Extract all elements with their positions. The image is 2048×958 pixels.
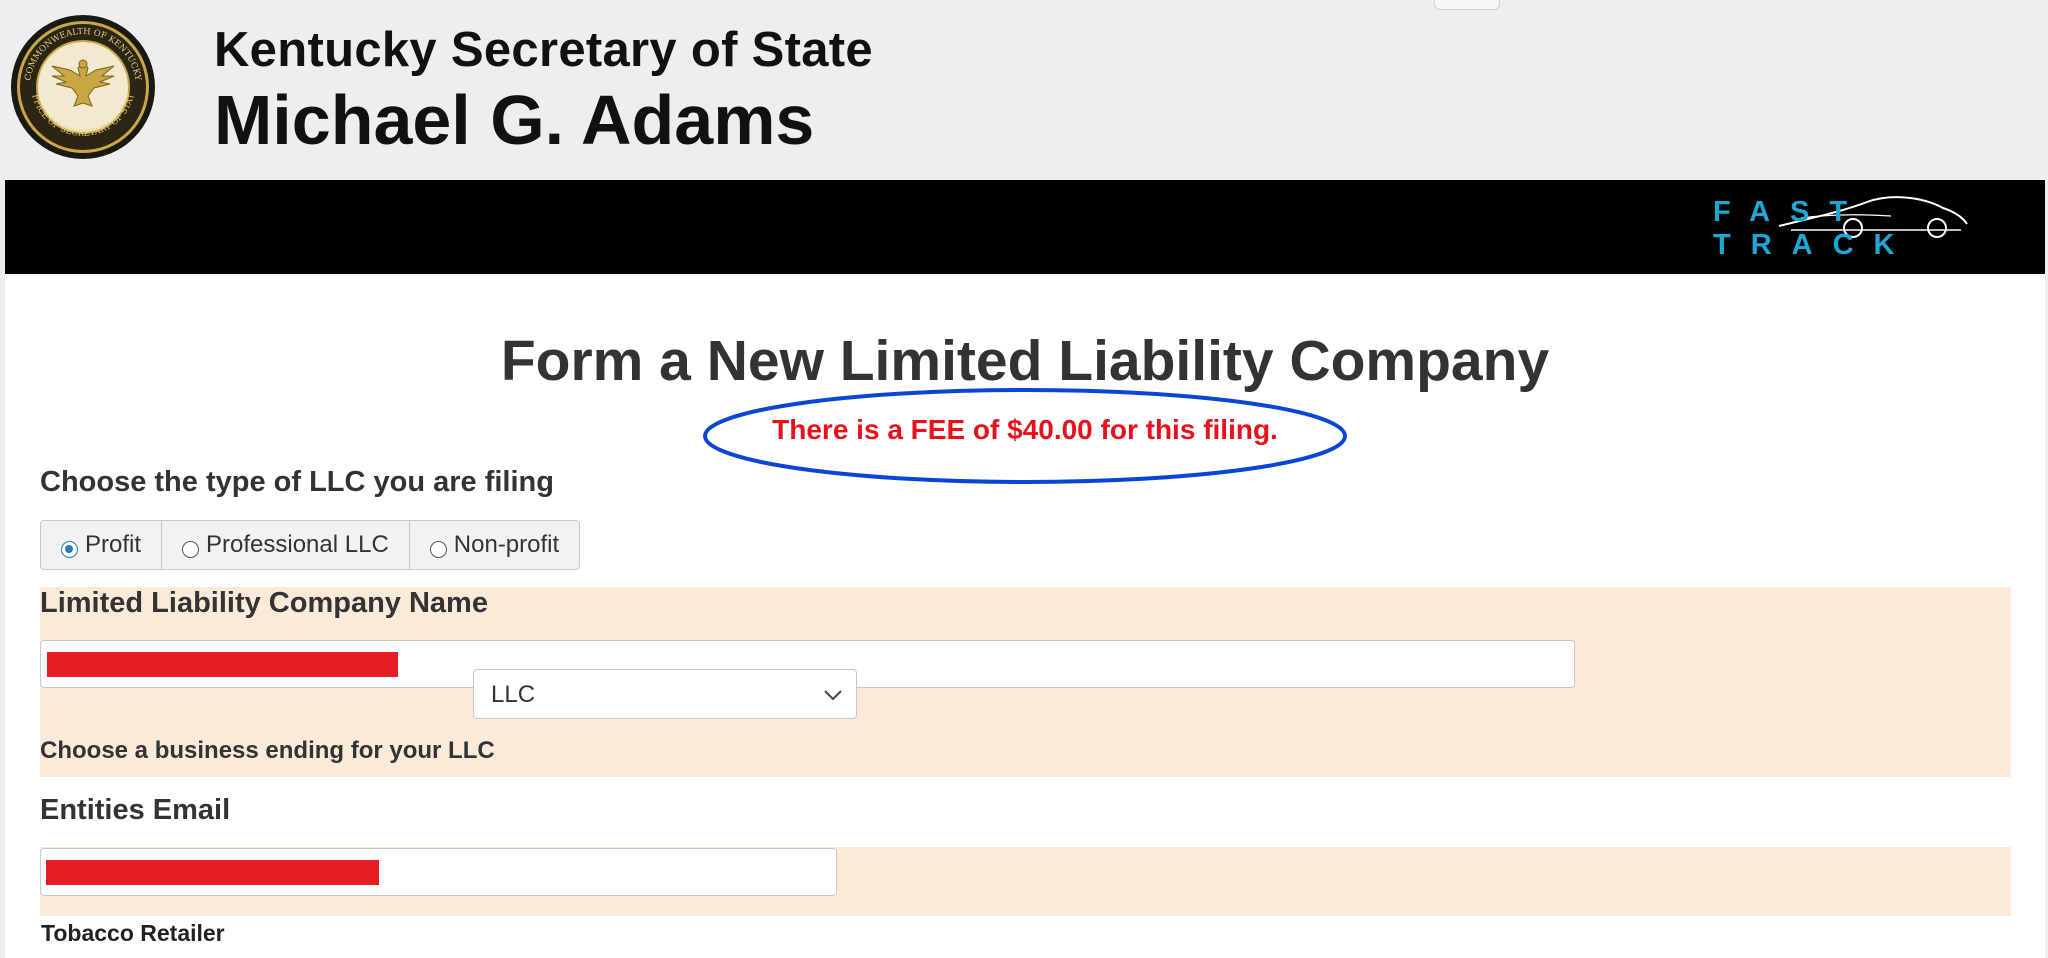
- business-ending-label: Choose a business ending for your LLC: [40, 737, 495, 764]
- radio-profit-label: Profit: [85, 531, 142, 558]
- llc-type-label: Choose the type of LLC you are filing: [40, 466, 554, 498]
- radio-selected-icon[interactable]: [61, 540, 78, 558]
- business-ending-select[interactable]: LLC: [473, 669, 857, 719]
- company-name-label: Limited Liability Company Name: [40, 587, 488, 619]
- fast-track-banner: FAST TRACK: [5, 180, 2045, 274]
- business-ending-value: LLC: [491, 681, 536, 708]
- radio-professional-llc-label: Professional LLC: [206, 531, 389, 558]
- agency-name: Kentucky Secretary of State: [214, 23, 873, 77]
- collapse-tab[interactable]: [1434, 0, 1500, 10]
- form-container: Form a New Limited Liability Company The…: [5, 274, 2045, 958]
- redaction-bar: [47, 652, 398, 677]
- fee-notice: There is a FEE of $40.00 for this filing…: [772, 414, 1278, 445]
- email-section-band: [40, 847, 2011, 916]
- llc-type-radio-group: Profit Professional LLC Non-profit: [40, 520, 581, 570]
- page-title: Form a New Limited Liability Company: [500, 329, 1550, 393]
- radio-unselected-icon[interactable]: [429, 540, 447, 558]
- radio-unselected-icon[interactable]: [182, 540, 200, 558]
- official-name: Michael G. Adams: [214, 81, 815, 159]
- fast-track-text: FAST TRACK: [1713, 196, 1915, 261]
- radio-professional-llc[interactable]: Professional LLC: [162, 521, 410, 569]
- entities-email-label: Entities Email: [40, 794, 231, 826]
- entities-email-input[interactable]: [40, 848, 837, 896]
- company-name-section: Limited Liability Company Name Choose a …: [40, 587, 2011, 777]
- radio-profit[interactable]: Profit: [41, 521, 163, 569]
- radio-non-profit[interactable]: Non-profit: [410, 521, 579, 569]
- radio-non-profit-label: Non-profit: [453, 531, 560, 558]
- kentucky-seal-logo: COMMONWEALTH OF KENTUCKY OFFICE OF SECRE…: [10, 14, 155, 159]
- chevron-down-icon: [824, 690, 842, 701]
- redaction-bar: [46, 860, 379, 885]
- fast-track-logo: FAST TRACK: [1713, 188, 2033, 268]
- site-header: COMMONWEALTH OF KENTUCKY OFFICE OF SECRE…: [0, 0, 2048, 180]
- tobacco-retailer-label: Tobacco Retailer: [41, 920, 225, 946]
